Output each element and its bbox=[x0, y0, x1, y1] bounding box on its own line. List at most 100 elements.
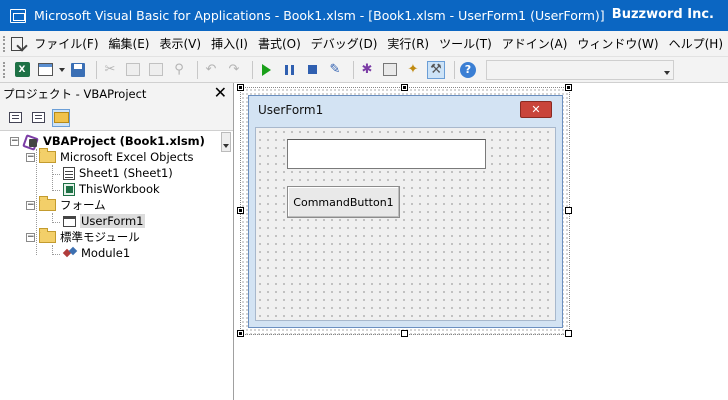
design-mode-button[interactable]: ✎ bbox=[326, 61, 344, 79]
project-explorer-icon: ✱ bbox=[361, 62, 373, 77]
paste-icon bbox=[149, 63, 163, 76]
toolbar-separator bbox=[252, 60, 253, 79]
tree-item-vbaproject[interactable]: − VBAProject (Book1.xlsm) bbox=[10, 133, 205, 149]
resize-handle-top-left bbox=[237, 84, 244, 91]
object-browser-icon: ✦ bbox=[407, 62, 419, 77]
excel-icon: X bbox=[14, 62, 30, 77]
brand-label: Buzzword Inc. bbox=[611, 7, 714, 22]
userform-window[interactable]: UserForm1 ✕ CommandButton1 bbox=[248, 95, 563, 328]
system-menu-icon[interactable] bbox=[10, 36, 24, 51]
resize-handle-bottom[interactable] bbox=[401, 330, 408, 337]
textbox1[interactable] bbox=[287, 139, 486, 169]
tree-item-module1[interactable]: Module1 bbox=[63, 245, 130, 261]
tree-item-sheet1[interactable]: Sheet1 (Sheet1) bbox=[63, 165, 173, 181]
menu-tools[interactable]: ツール(T) bbox=[434, 35, 497, 52]
project-explorer-toolbar bbox=[0, 105, 233, 152]
menu-window[interactable]: ウィンドウ(W) bbox=[572, 35, 663, 52]
help-button[interactable]: ? bbox=[459, 61, 477, 79]
menu-run[interactable]: 実行(R) bbox=[382, 35, 434, 52]
tree-connector bbox=[52, 222, 60, 223]
project-explorer-title: プロジェクト - VBAProject bbox=[3, 87, 147, 101]
commandbutton1[interactable]: CommandButton1 bbox=[287, 186, 400, 218]
binoculars-icon: ⚲ bbox=[174, 62, 184, 77]
cut-button[interactable]: ✂ bbox=[101, 61, 119, 79]
tree-label-thisworkbook: ThisWorkbook bbox=[79, 182, 160, 196]
folder-open-icon bbox=[39, 148, 56, 163]
folder-open-icon bbox=[39, 196, 56, 211]
view-excel-button[interactable]: X bbox=[13, 61, 31, 79]
copy-icon bbox=[126, 63, 140, 76]
insert-dropdown-icon[interactable] bbox=[59, 67, 65, 72]
toolbar-separator bbox=[353, 60, 354, 79]
redo-icon: ↷ bbox=[228, 62, 240, 77]
toolbar-grip[interactable] bbox=[3, 61, 7, 78]
toolbar-separator bbox=[454, 60, 455, 79]
save-button[interactable] bbox=[69, 61, 87, 79]
undo-icon: ↶ bbox=[205, 62, 217, 77]
reset-button[interactable] bbox=[303, 61, 321, 79]
tree-label-vbaproject: VBAProject (Book1.xlsm) bbox=[43, 134, 205, 148]
vba-editor-icon bbox=[10, 8, 26, 23]
menu-edit[interactable]: 編集(E) bbox=[104, 35, 155, 52]
project-explorer-button[interactable]: ✱ bbox=[358, 61, 376, 79]
tree-label-forms: フォーム bbox=[60, 198, 106, 212]
view-object-button[interactable] bbox=[29, 109, 47, 127]
tree-connector bbox=[52, 165, 53, 191]
collapse-icon[interactable]: − bbox=[26, 232, 35, 242]
workbook-icon bbox=[63, 182, 75, 196]
insert-userform-button[interactable] bbox=[36, 61, 54, 79]
collapse-icon[interactable]: − bbox=[10, 136, 19, 146]
resize-handle-right[interactable] bbox=[565, 207, 572, 214]
project-tree: − VBAProject (Book1.xlsm) − Microsoft Ex… bbox=[0, 131, 233, 391]
vbaproject-icon bbox=[23, 134, 39, 148]
tree-item-thisworkbook[interactable]: ThisWorkbook bbox=[63, 181, 160, 197]
properties-icon bbox=[383, 63, 397, 76]
view-code-button[interactable] bbox=[6, 109, 24, 127]
collapse-icon[interactable]: − bbox=[26, 200, 35, 210]
toolbar-separator bbox=[197, 60, 198, 79]
resize-handle-bottom-right[interactable] bbox=[565, 330, 572, 337]
redo-button[interactable]: ↷ bbox=[225, 61, 243, 79]
folder-open-icon bbox=[39, 228, 56, 243]
run-button[interactable] bbox=[257, 61, 275, 79]
project-explorer-header: プロジェクト - VBAProject ✕ bbox=[0, 83, 233, 105]
tree-connector bbox=[52, 254, 60, 255]
menu-debug[interactable]: デバッグ(D) bbox=[306, 35, 383, 52]
toolbox-icon: ⚒ bbox=[430, 62, 442, 77]
userform-icon bbox=[63, 215, 76, 227]
tree-item-userform1[interactable]: UserForm1 bbox=[63, 213, 145, 229]
menu-file[interactable]: ファイル(F) bbox=[29, 35, 103, 52]
userform-close-icon[interactable]: ✕ bbox=[520, 101, 552, 118]
paste-button[interactable] bbox=[147, 61, 165, 79]
break-button[interactable] bbox=[280, 61, 298, 79]
tree-item-forms[interactable]: − フォーム bbox=[26, 196, 106, 213]
toolbar-options-dropdown[interactable] bbox=[486, 59, 674, 80]
cut-icon: ✂ bbox=[104, 62, 116, 77]
tree-item-excel-objects[interactable]: − Microsoft Excel Objects bbox=[26, 148, 194, 165]
stop-icon bbox=[307, 65, 317, 74]
close-icon[interactable]: ✕ bbox=[214, 85, 227, 101]
tree-connector bbox=[52, 190, 60, 191]
view-object-icon bbox=[31, 112, 45, 123]
folder-icon bbox=[53, 112, 69, 123]
menu-help[interactable]: ヘルプ(H) bbox=[664, 35, 728, 52]
toggle-folders-button[interactable] bbox=[52, 108, 70, 127]
tree-label-userform1: UserForm1 bbox=[80, 214, 145, 228]
find-button[interactable]: ⚲ bbox=[170, 61, 188, 79]
menu-view[interactable]: 表示(V) bbox=[154, 35, 206, 52]
menu-addins[interactable]: アドイン(A) bbox=[497, 35, 573, 52]
toolbox-button[interactable]: ⚒ bbox=[427, 60, 445, 79]
collapse-icon[interactable]: − bbox=[26, 152, 35, 162]
undo-button[interactable]: ↶ bbox=[202, 61, 220, 79]
menu-format[interactable]: 書式(O) bbox=[253, 35, 306, 52]
object-browser-button[interactable]: ✦ bbox=[404, 61, 422, 79]
menu-grip[interactable] bbox=[3, 35, 7, 52]
tree-label-module1: Module1 bbox=[81, 246, 131, 260]
properties-button[interactable] bbox=[381, 61, 399, 79]
tree-item-modules[interactable]: − 標準モジュール bbox=[26, 228, 140, 245]
resize-handle-top-right bbox=[565, 84, 572, 91]
menu-insert[interactable]: 挿入(I) bbox=[206, 35, 253, 52]
copy-button[interactable] bbox=[124, 61, 142, 79]
userform-client-area[interactable]: CommandButton1 bbox=[255, 127, 556, 321]
window-title: Microsoft Visual Basic for Applications … bbox=[34, 8, 605, 23]
